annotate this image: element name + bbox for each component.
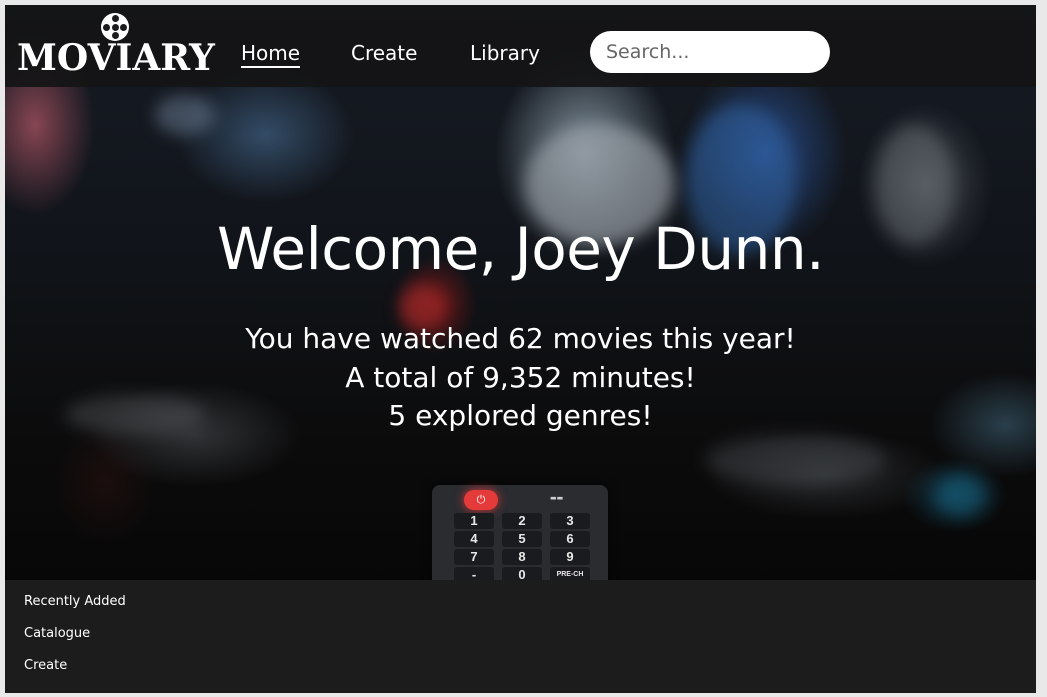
remote-key: 4 [454,531,494,547]
remote-key: 1 [454,513,494,529]
nav-link-create[interactable]: Create [351,41,417,65]
stat-total-minutes: A total of 9,352 minutes! [345,361,696,394]
remote-key: 9 [550,549,590,565]
power-icon: ⏻ [464,490,498,510]
brand-logo[interactable]: MOVIARY [17,13,215,81]
remote-key: 5 [502,531,542,547]
remote-key: - [454,567,494,580]
remote-label: ▬▬ [550,494,564,502]
footer-link-create[interactable]: Create [24,658,67,673]
nav-link-home[interactable]: Home [241,41,301,68]
welcome-heading: Welcome, Joey Dunn. [216,215,825,283]
app-window: ⏻ ▬▬ 1 2 3 4 5 6 7 8 9 - 0 PRE-CH Welcom… [5,5,1036,693]
nav-link-library[interactable]: Library [470,41,540,65]
top-navbar: MOVIARY Home Create Library [5,5,1036,87]
remote-key: 2 [502,513,542,529]
remote-key: 3 [550,513,590,529]
search-input[interactable] [590,31,830,73]
footer-link-catalogue[interactable]: Catalogue [24,626,90,641]
footer-links: Recently Added Catalogue Create [5,580,1036,693]
brand-name: MOVIARY [17,37,215,79]
remote-keypad: 1 2 3 4 5 6 7 8 9 - 0 PRE-CH [454,513,590,580]
stat-genres-explored: 5 explored genres! [388,399,653,432]
remote-key: PRE-CH [550,567,590,580]
remote-key: 0 [502,567,542,580]
stat-movies-watched: You have watched 62 movies this year! [245,322,796,355]
tv-remote-image: ⏻ ▬▬ 1 2 3 4 5 6 7 8 9 - 0 PRE-CH [432,485,608,580]
remote-key: 8 [502,549,542,565]
remote-key: 6 [550,531,590,547]
hero-background: ⏻ ▬▬ 1 2 3 4 5 6 7 8 9 - 0 PRE-CH Welcom… [5,5,1036,580]
remote-key: 7 [454,549,494,565]
footer-link-recently-added[interactable]: Recently Added [24,594,126,609]
